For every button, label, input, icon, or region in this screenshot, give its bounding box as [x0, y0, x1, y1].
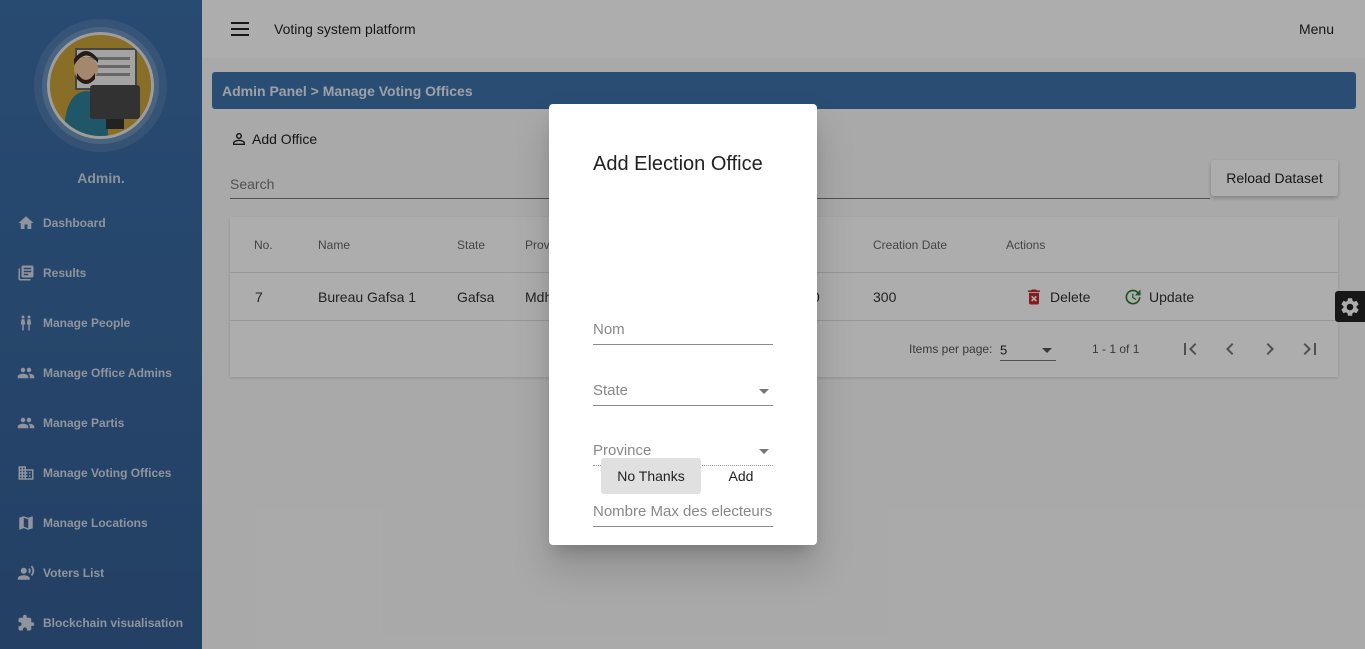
chevron-down-icon — [759, 389, 769, 394]
max-electeurs-placeholder: Nombre Max des electeurs — [593, 503, 773, 520]
add-election-office-dialog: Add Election Office Nom State Province N… — [549, 104, 817, 545]
nom-placeholder: Nom — [593, 321, 625, 338]
max-electeurs-field[interactable]: Nombre Max des electeurs — [593, 497, 773, 527]
chevron-down-icon — [759, 449, 769, 454]
province-placeholder: Province — [593, 442, 652, 459]
no-thanks-button[interactable]: No Thanks — [601, 458, 701, 494]
dialog-title: Add Election Office — [593, 153, 763, 175]
add-button[interactable]: Add — [715, 458, 767, 494]
state-placeholder: State — [593, 382, 629, 399]
state-select[interactable]: State — [593, 376, 773, 406]
nom-field[interactable]: Nom — [593, 315, 773, 345]
